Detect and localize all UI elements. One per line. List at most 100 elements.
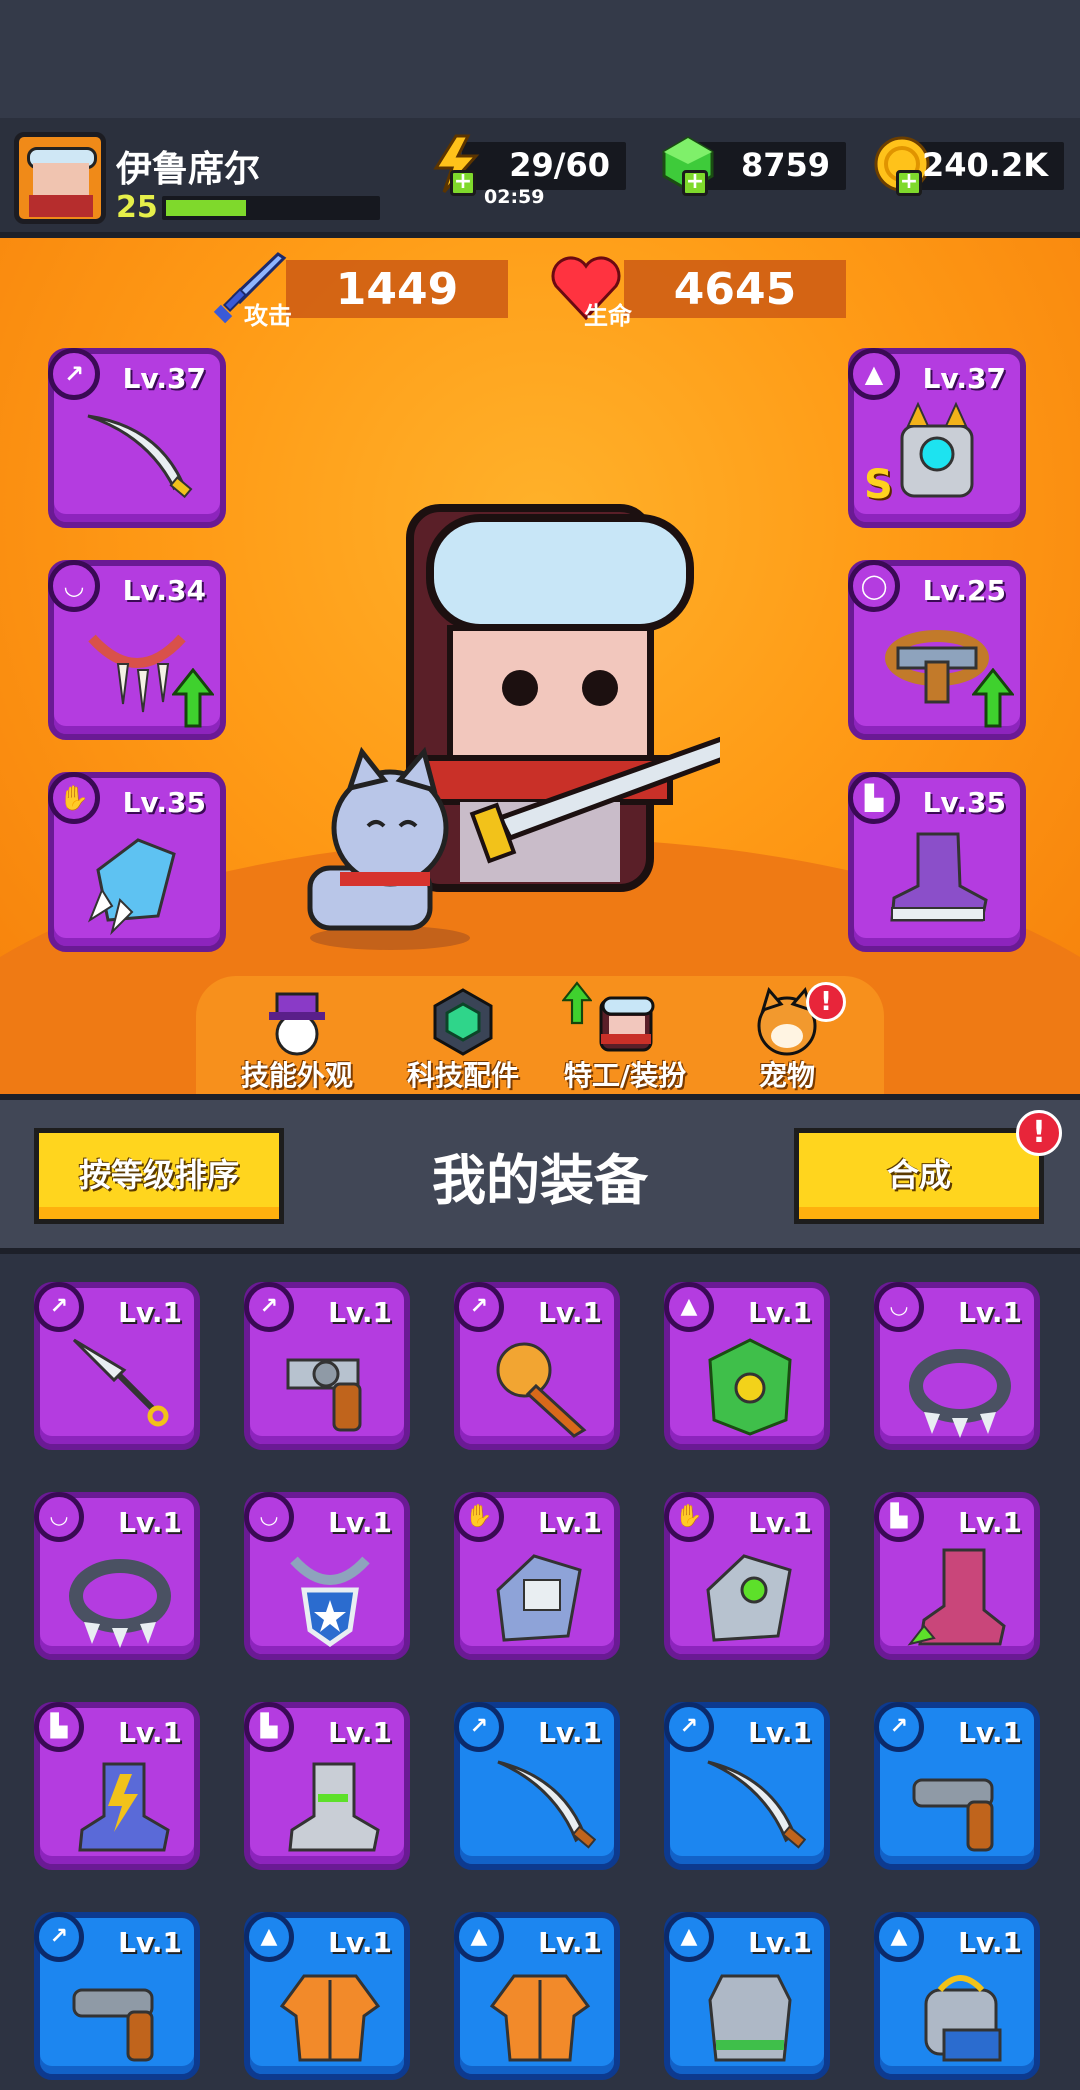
inventory-item[interactable]: ↗ Lv.1: [34, 1912, 200, 2080]
inventory-item[interactable]: ↗ Lv.1: [874, 1702, 1040, 1870]
player-avatar[interactable]: [14, 132, 106, 224]
boots-type-icon: ▙: [244, 1702, 294, 1752]
xp-bar: [162, 196, 380, 220]
katana-icon: [497, 1760, 596, 1849]
boots-type-icon: ▙: [34, 1702, 84, 1752]
attack-stat: 1449: [286, 260, 508, 318]
gloves-type-icon: ✋: [664, 1492, 714, 1542]
inventory-item[interactable]: ✋ Lv.1: [664, 1492, 830, 1660]
weapon-type-icon: ↗: [34, 1282, 84, 1332]
boots-type-icon: ▙: [874, 1492, 924, 1542]
weapon-type-icon: ↗: [874, 1702, 924, 1752]
revolver-icon: [286, 1358, 362, 1432]
item-level: Lv.1: [958, 1506, 1022, 1539]
item-level: Lv.1: [328, 1716, 392, 1749]
energy-value: 29/60: [509, 146, 610, 184]
gloves-type-icon: ✋: [454, 1492, 504, 1542]
inventory-item[interactable]: ◡ Lv.1: [874, 1282, 1040, 1450]
belt-type-icon: ◯: [848, 560, 900, 612]
inventory-item[interactable]: ↗ Lv.1: [34, 1282, 200, 1450]
tab-pets[interactable]: ! 宠物: [702, 978, 872, 1092]
inventory-item[interactable]: ▲ Lv.1: [874, 1912, 1040, 2080]
inventory-item[interactable]: ▲ Lv.1: [454, 1912, 620, 2080]
item-level: Lv.1: [118, 1926, 182, 1959]
energy-counter[interactable]: + 29/60: [433, 134, 626, 196]
player-level: 25: [116, 190, 158, 225]
armor-type-icon: ▲: [454, 1912, 504, 1962]
armor-type-icon: ▲: [244, 1912, 294, 1962]
equip-slot-belt[interactable]: ◯ Lv.25: [848, 560, 1026, 740]
top-header: 伊鲁席尔 25 + 29/60 02:59 + 8759 + 240.2K: [0, 118, 1080, 238]
item-level: Lv.1: [118, 1716, 182, 1749]
inventory-item[interactable]: ↗ Lv.1: [244, 1282, 410, 1450]
equip-slot-boots[interactable]: ▙ Lv.35: [848, 772, 1026, 952]
equipment-toolbar: 按等级排序 我的装备 合成 !: [0, 1094, 1080, 1254]
orange-jacket-icon: [279, 1974, 381, 2062]
coin-counter[interactable]: + 240.2K: [874, 136, 1064, 196]
tab-skill-skins[interactable]: 技能外观: [212, 978, 382, 1092]
slot-level: Lv.35: [922, 786, 1006, 819]
leaf-armor-icon: [708, 1338, 792, 1436]
add-energy-button[interactable]: +: [450, 170, 476, 196]
necklace-type-icon: ◡: [244, 1492, 294, 1542]
tab-label: 技能外观: [240, 1059, 353, 1092]
spike-boot-icon: [907, 1548, 1006, 1646]
item-level: Lv.1: [328, 1296, 392, 1329]
star-medal-icon: [290, 1556, 370, 1648]
inventory-item[interactable]: ▙ Lv.1: [244, 1702, 410, 1870]
equip-slot-necklace[interactable]: ◡ Lv.34: [48, 560, 226, 740]
armor-type-icon: ▲: [664, 1912, 714, 1962]
weapon-type-icon: ↗: [244, 1282, 294, 1332]
add-gems-button[interactable]: +: [682, 170, 708, 196]
tab-tech-parts[interactable]: 科技配件: [378, 978, 548, 1092]
player-name: 伊鲁席尔: [116, 149, 261, 190]
spike-collar-icon: [909, 1349, 1011, 1438]
inventory-item[interactable]: ✋ Lv.1: [454, 1492, 620, 1660]
inventory-item[interactable]: ◡ Lv.1: [34, 1492, 200, 1660]
equipment-title: 我的装备: [432, 1149, 648, 1212]
sort-by-level-button[interactable]: 按等级排序: [34, 1128, 284, 1224]
hp-stat: 4645: [624, 260, 846, 318]
tab-label: 宠物: [758, 1059, 815, 1092]
weapon-type-icon: ↗: [454, 1702, 504, 1752]
slot-level: Lv.34: [122, 574, 206, 607]
green-gear-glove-icon: [706, 1554, 792, 1642]
item-level: Lv.1: [328, 1506, 392, 1539]
upgrade-arrow-icon: [172, 668, 214, 728]
equip-slot-armor[interactable]: ▲ Lv.37 S: [848, 348, 1026, 528]
pistol-icon: [912, 1778, 994, 1852]
character-stage: 1449 攻击 4645 生命 ↗ Lv.37 ▲ Lv.37 S ◡ Lv.3…: [0, 238, 1080, 1094]
tab-agent-outfits[interactable]: 特工/装扮: [540, 978, 710, 1092]
inventory-item[interactable]: ↗ Lv.1: [454, 1282, 620, 1450]
rank-s-badge: S: [864, 462, 893, 508]
gem-counter[interactable]: + 8759: [662, 136, 846, 196]
necklace-type-icon: ◡: [34, 1492, 84, 1542]
necklace-type-icon: ◡: [874, 1282, 924, 1332]
katana-icon: [707, 1760, 806, 1849]
inventory-item[interactable]: ▲ Lv.1: [664, 1282, 830, 1450]
inventory-item[interactable]: ▲ Lv.1: [244, 1912, 410, 2080]
gem-value: 8759: [740, 146, 830, 184]
equip-slot-gloves[interactable]: ✋ Lv.35: [48, 772, 226, 952]
inventory-item[interactable]: ↗ Lv.1: [454, 1702, 620, 1870]
hat-ball-icon: [269, 992, 325, 1056]
merge-alert-badge: !: [1016, 1110, 1062, 1156]
add-coins-button[interactable]: +: [896, 170, 922, 196]
item-level: Lv.1: [748, 1716, 812, 1749]
item-level: Lv.1: [118, 1506, 182, 1539]
inventory-item[interactable]: ▙ Lv.1: [874, 1492, 1040, 1660]
merge-button[interactable]: 合成: [794, 1128, 1044, 1224]
necklace-type-icon: ◡: [48, 560, 100, 612]
weapon-type-icon: ↗: [454, 1282, 504, 1332]
inventory-item[interactable]: ◡ Lv.1: [244, 1492, 410, 1660]
inventory-item[interactable]: ▲ Lv.1: [664, 1912, 830, 2080]
inventory-item[interactable]: ▙ Lv.1: [34, 1702, 200, 1870]
upgrade-arrow-icon: [562, 981, 592, 1025]
inventory-item[interactable]: ↗ Lv.1: [664, 1702, 830, 1870]
lightning-boot-icon: [78, 1762, 170, 1852]
weapon-type-icon: ↗: [48, 348, 100, 400]
sword-icon: [87, 414, 193, 499]
slot-level: Lv.37: [922, 362, 1006, 395]
mech-glove-icon: [496, 1554, 582, 1642]
equip-slot-weapon[interactable]: ↗ Lv.37: [48, 348, 226, 528]
